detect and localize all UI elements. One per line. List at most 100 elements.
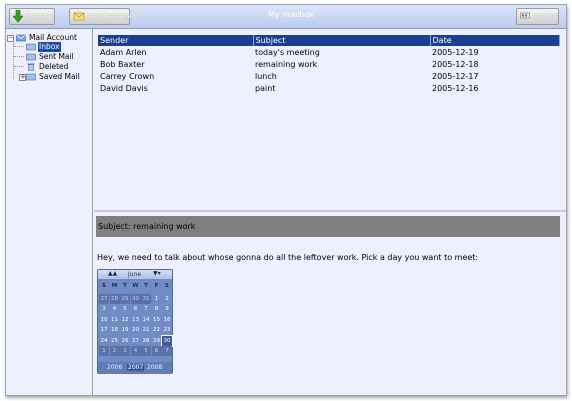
calendar-day[interactable]: 28 — [109, 293, 120, 304]
calendar-day[interactable]: 27 — [99, 293, 109, 304]
calendar-day[interactable]: 7 — [162, 346, 172, 356]
sent-mail-icon — [26, 53, 36, 61]
calendar-day[interactable]: 14 — [141, 315, 151, 325]
weekday-label: T — [123, 283, 127, 289]
message-preview-panel: Subject: remaining work Hey, we need to … — [94, 214, 566, 395]
tree-item-label: Deleted — [39, 62, 69, 71]
subject-cell: today's meeting — [255, 47, 320, 57]
calendar-day[interactable]: 17 — [99, 325, 109, 335]
calendar-day[interactable]: 2 — [162, 294, 172, 304]
calendar-day[interactable]: 4 — [110, 304, 120, 314]
tree-item-label: Inbox — [38, 42, 61, 52]
new-message-button[interactable]: New Message — [69, 8, 132, 28]
envelope-icon — [73, 10, 85, 28]
calendar-day[interactable]: 11 — [110, 315, 120, 325]
calendar-day[interactable]: 23 — [162, 325, 172, 335]
weekday-label: S — [165, 283, 169, 289]
folder-tree: − Mail Account Inbox Sent Mail Deleted +… — [6, 29, 93, 395]
table-row[interactable]: Bob Baxter remaining work 2005-12-18 — [98, 58, 560, 70]
weekday-label: T — [144, 283, 148, 289]
trash-icon — [26, 63, 36, 71]
calendar-day[interactable]: 4 — [130, 346, 141, 356]
date-cell: 2005-12-18 — [432, 59, 479, 69]
window-title: My mailbox — [268, 10, 314, 19]
calendar-day[interactable]: 31 — [141, 293, 151, 304]
calendar-day[interactable]: 24 — [99, 336, 109, 346]
column-header-subject[interactable]: Subject — [253, 35, 431, 46]
date-picker: ▲▲ June ▼▾ S M T W T F S 27 28 29 30 31 1 2 3 4 5 6 7 8 9 10 1… — [97, 269, 173, 374]
toolbar: Get Mail New Message My mailbox Options — [6, 5, 566, 29]
tree-guide — [14, 46, 24, 47]
calendar-day[interactable]: 22 — [152, 325, 162, 335]
calendar-year[interactable]: 2008 — [147, 364, 162, 371]
download-arrow-icon — [12, 9, 24, 29]
column-header-sender[interactable]: Sender — [98, 35, 254, 46]
calendar-day[interactable]: 29 — [120, 293, 130, 304]
table-row[interactable]: David Davis paint 2005-12-16 — [98, 82, 560, 94]
calendar-day[interactable]: 18 — [110, 325, 120, 335]
calendar-day[interactable]: 19 — [120, 325, 130, 335]
tree-guide — [14, 66, 24, 67]
calendar-day[interactable]: 30 — [161, 334, 173, 347]
calendar-day[interactable]: 29 — [152, 336, 162, 346]
preview-body: Hey, we need to talk about whose gonna d… — [97, 253, 479, 262]
calendar-day[interactable]: 21 — [141, 325, 151, 335]
calendar-day[interactable]: 1 — [99, 346, 109, 356]
calendar-day[interactable]: 10 — [99, 315, 109, 325]
weekday-label: F — [154, 283, 159, 289]
table-row[interactable]: Adam Arlen today's meeting 2005-12-19 — [98, 46, 560, 58]
options-icon — [520, 10, 530, 26]
calendar-day[interactable]: 7 — [141, 304, 151, 314]
inbox-icon — [26, 43, 36, 51]
calendar-day[interactable]: 5 — [141, 346, 151, 356]
tree-item-label: Sent Mail — [39, 52, 74, 61]
collapse-toggle[interactable]: − — [7, 35, 14, 42]
calendar-year[interactable]: 2007 — [127, 364, 145, 371]
calendar-day[interactable]: 15 — [152, 315, 162, 325]
next-month-icon[interactable]: ▼▾ — [153, 270, 161, 277]
calendar-day[interactable]: 3 — [99, 304, 109, 314]
tree-guide — [14, 56, 24, 57]
calendar-day[interactable]: 13 — [131, 315, 141, 325]
calendar-day[interactable]: 2 — [109, 346, 120, 356]
calendar-day[interactable]: 27 — [131, 336, 141, 346]
date-cell: 2005-12-16 — [432, 83, 479, 93]
calendar-day[interactable]: 25 — [110, 336, 120, 346]
calendar-day[interactable]: 26 — [120, 336, 130, 346]
calendar-day[interactable]: 5 — [120, 304, 130, 314]
weekday-label: W — [132, 283, 139, 289]
options-label: Options — [533, 12, 559, 20]
date-cell: 2005-12-19 — [432, 47, 479, 57]
sender-cell: Adam Arlen — [100, 47, 147, 57]
calendar-day[interactable]: 6 — [131, 304, 141, 314]
subject-cell: remaining work — [255, 59, 318, 69]
column-header-date[interactable]: Date — [430, 35, 560, 46]
calendar-day[interactable]: 3 — [120, 346, 130, 356]
calendar-day[interactable]: 12 — [120, 315, 130, 325]
sender-cell: Bob Baxter — [100, 59, 145, 69]
expand-toggle[interactable]: + — [19, 74, 26, 81]
calendar-day[interactable]: 16 — [162, 315, 172, 325]
date-cell: 2005-12-17 — [432, 71, 479, 81]
message-list-panel: Sender Subject Date Adam Arlen today's m… — [94, 29, 566, 212]
table-row[interactable]: Carrey Crown lunch 2005-12-17 — [98, 70, 560, 82]
message-table: Sender Subject Date Adam Arlen today's m… — [98, 35, 560, 94]
calendar-header: ▲▲ June ▼▾ — [98, 270, 172, 279]
calendar-day[interactable]: 8 — [152, 304, 162, 314]
weekday-label: M — [111, 283, 118, 289]
calendar-year[interactable]: 2006 — [107, 364, 122, 371]
calendar-day[interactable]: 9 — [162, 304, 172, 314]
calendar-day[interactable]: 30 — [130, 293, 141, 304]
calendar-day[interactable]: 6 — [151, 346, 162, 356]
weekday-label: S — [102, 283, 106, 289]
prev-month-icon[interactable]: ▲▲ — [108, 270, 117, 277]
calendar-month: June — [128, 271, 142, 278]
options-button[interactable]: Options — [516, 8, 559, 25]
calendar-year-bar: 2006 2007 2008 — [98, 362, 172, 374]
calendar-day[interactable]: 20 — [131, 325, 141, 335]
calendar-day[interactable]: 1 — [152, 294, 162, 304]
saved-mail-icon — [26, 73, 36, 81]
calendar-day[interactable]: 28 — [141, 336, 151, 346]
mail-account-icon — [16, 34, 26, 42]
get-mail-button[interactable]: Get Mail — [9, 8, 55, 25]
